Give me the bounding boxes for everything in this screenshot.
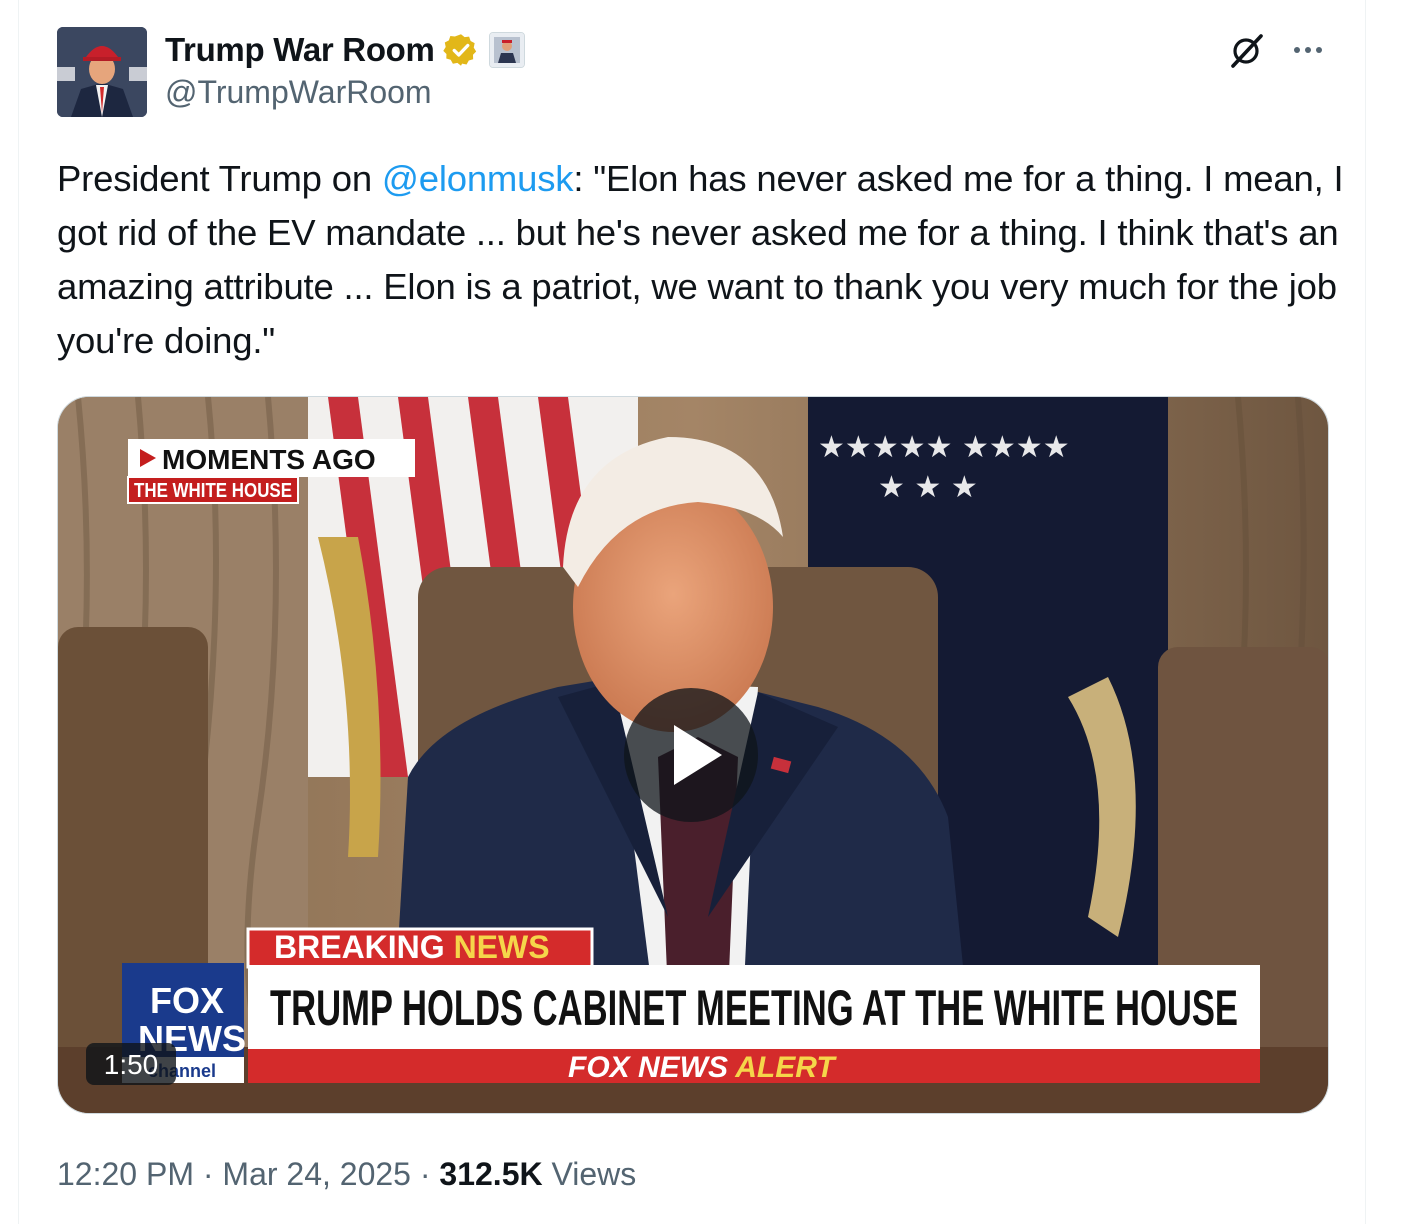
more-options-icon[interactable]: [1285, 30, 1331, 70]
tweet-time[interactable]: 12:20 PM: [57, 1156, 194, 1192]
meta-separator: ·: [193, 1156, 223, 1192]
video-player[interactable]: ★★★★★ ★★★★ ★ ★ ★ MOMENTS AGO THE WHITE H…: [57, 396, 1329, 1114]
tweet-date[interactable]: Mar 24, 2025: [222, 1156, 411, 1192]
fox-logo-line1: FOX: [150, 980, 224, 1021]
gold-verified-badge-icon[interactable]: [442, 32, 479, 68]
play-icon[interactable]: [624, 688, 758, 822]
mention-link[interactable]: @elonmusk: [382, 158, 574, 199]
location-label: THE WHITE HOUSE: [134, 480, 292, 502]
fox-news-alert: FOX NEWS ALERT: [568, 1051, 837, 1084]
moments-ago-label: MOMENTS AGO: [162, 444, 376, 475]
svg-text:★★★★★ ★★★★: ★★★★★ ★★★★: [818, 430, 1070, 465]
author-handle[interactable]: @TrumpWarRoom: [165, 74, 432, 111]
breaking-word: BREAKING: [274, 929, 454, 965]
grok-icon[interactable]: [1227, 30, 1267, 70]
meta-separator: ·: [410, 1156, 440, 1192]
tweet-meta: 12:20 PM · Mar 24, 2025 · 312.5K Views: [57, 1156, 636, 1193]
views-count[interactable]: 312.5K: [439, 1156, 542, 1192]
duration-label: 1:50: [104, 1049, 159, 1080]
author-name-row: Trump War Room: [165, 28, 525, 72]
breaking-news-label: BREAKING NEWS: [274, 929, 550, 965]
alert-brand: FOX NEWS: [568, 1051, 735, 1084]
avatar[interactable]: [57, 27, 147, 117]
author-display-name[interactable]: Trump War Room: [165, 31, 435, 69]
alert-word: ALERT: [734, 1051, 837, 1084]
tweet-card[interactable]: Trump War Room @TrumpWarRoom President T…: [18, 0, 1366, 1224]
svg-text:★ ★ ★: ★ ★ ★: [878, 470, 978, 505]
tweet-text-prefix: President Trump on: [57, 158, 382, 199]
tweet-text: President Trump on @elonmusk: "Elon has …: [57, 152, 1347, 368]
affiliate-badge-icon[interactable]: [488, 32, 525, 68]
views-label[interactable]: Views: [543, 1156, 636, 1192]
headline: TRUMP HOLDS CABINET MEETING AT THE WHITE…: [270, 980, 1238, 1036]
news-word: NEWS: [454, 929, 550, 965]
